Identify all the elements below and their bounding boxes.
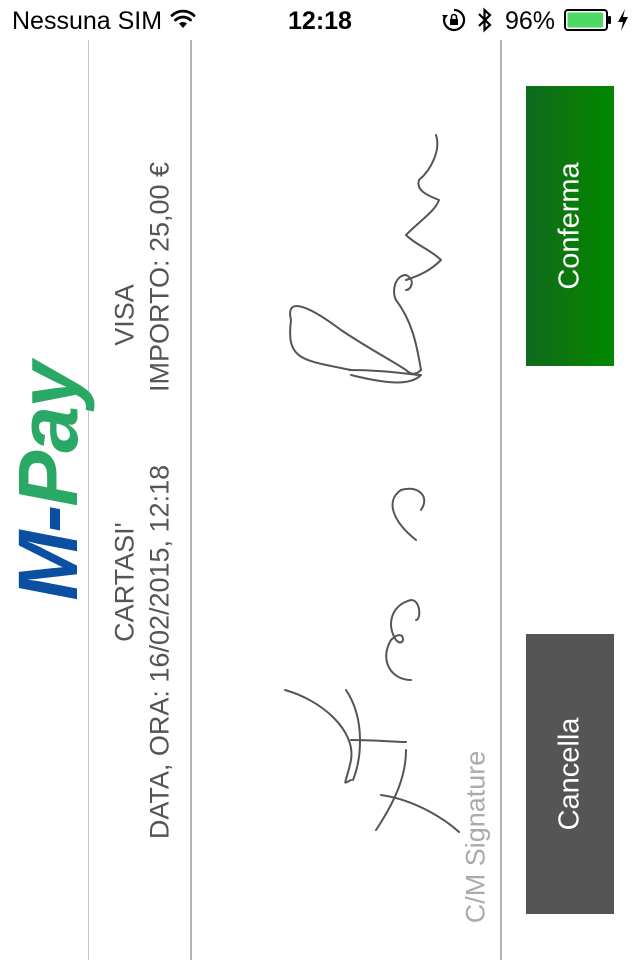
status-bar: Nessuna SIM 12:18 96%	[0, 0, 640, 40]
cancel-button-label: Cancella	[553, 717, 586, 831]
confirm-button-label: Conferma	[553, 162, 586, 290]
battery-percent: 96%	[505, 7, 556, 35]
signature-strokes	[284, 134, 460, 833]
card-circuit: CARTASI'	[109, 522, 140, 642]
card-brand: VISA	[109, 284, 140, 346]
confirm-button[interactable]: Conferma	[526, 86, 614, 366]
payment-signature-screen: Nessuna SIM 12:18 96% M-Pay CARTASI' VIS…	[0, 0, 640, 960]
logo-pay: Pay	[1, 363, 95, 507]
rotation-lock-icon	[442, 8, 466, 32]
signature-caption: C/M Signature	[460, 750, 491, 924]
bluetooth-icon	[478, 7, 492, 33]
logo-m: M-	[1, 506, 95, 601]
transaction-amount: IMPORTO: 25,00 €	[144, 161, 175, 393]
divider-line	[500, 40, 502, 960]
cancel-button[interactable]: Cancella	[526, 634, 614, 914]
transaction-datetime: DATA, ORA: 16/02/2015, 12:18	[144, 464, 175, 840]
m-pay-logo: M-Pay	[1, 363, 95, 600]
charging-bolt-icon	[618, 9, 628, 31]
battery-icon	[564, 9, 611, 31]
signature-pad[interactable]	[191, 40, 500, 960]
